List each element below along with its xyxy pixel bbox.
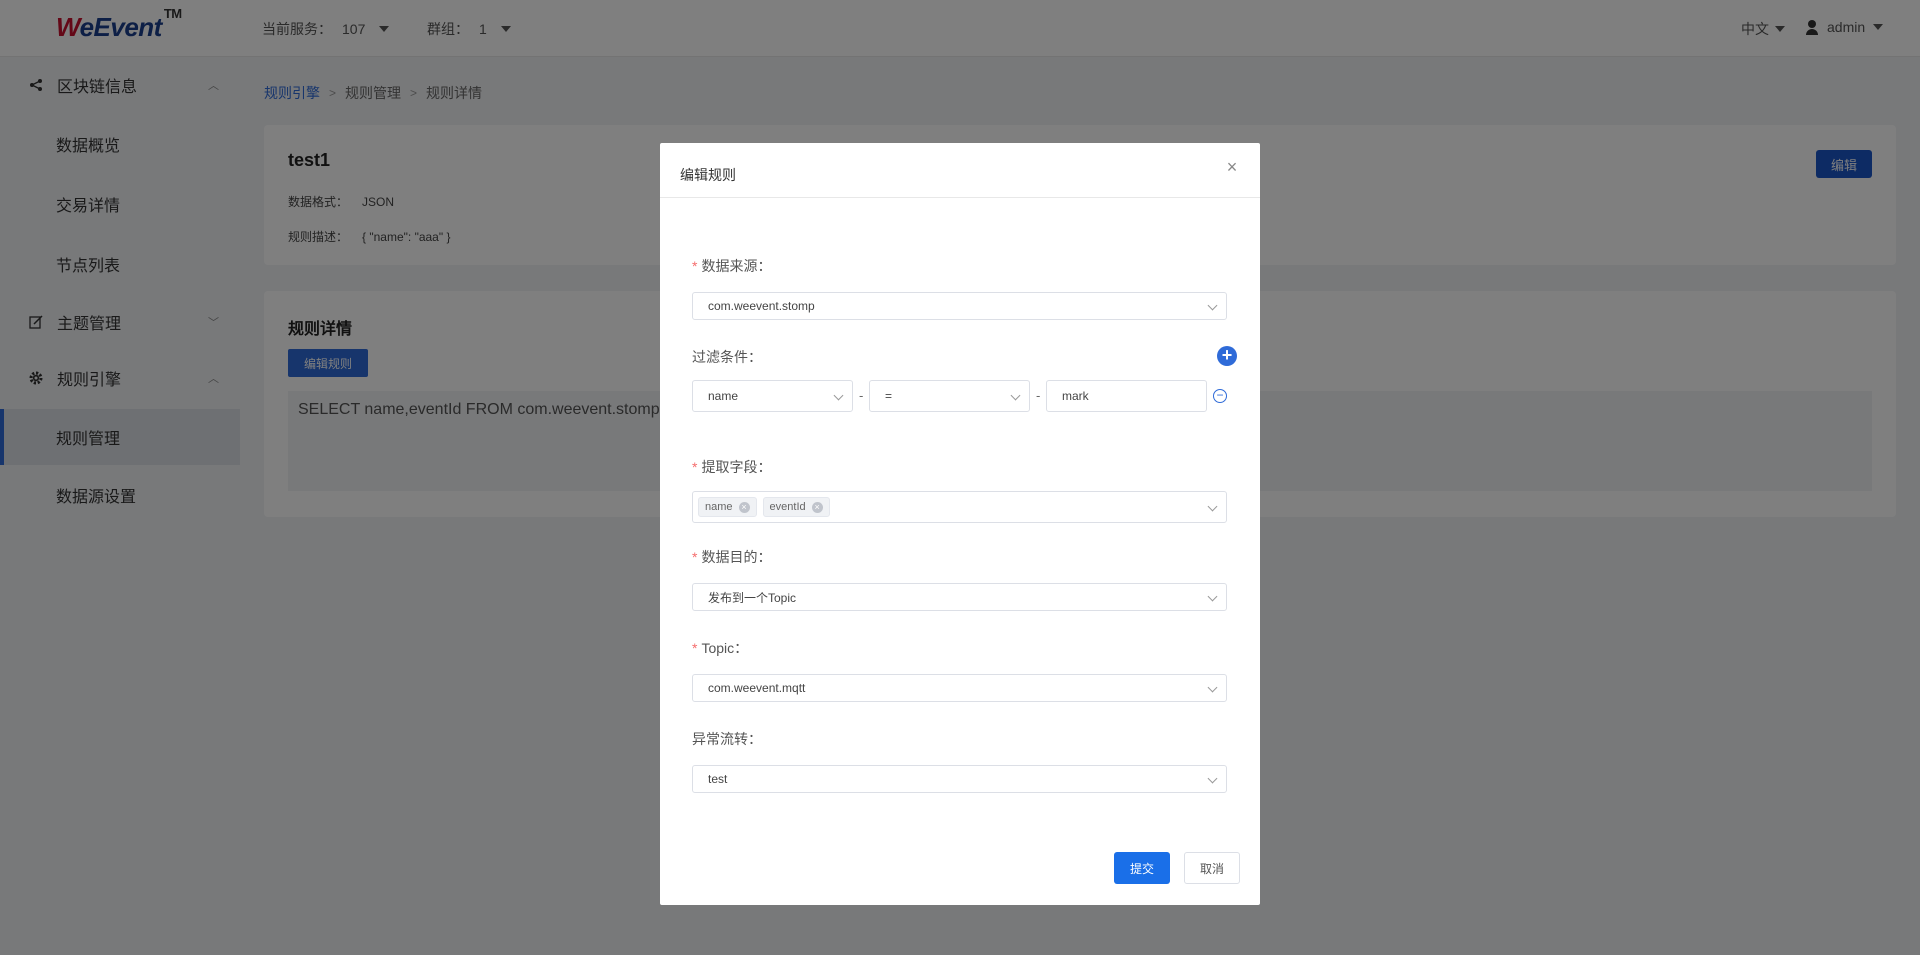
field-tag: name × bbox=[698, 497, 757, 517]
submit-button[interactable]: 提交 bbox=[1114, 852, 1170, 884]
chevron-down-icon bbox=[1207, 682, 1218, 693]
filter-field-select[interactable]: name bbox=[692, 380, 853, 412]
chevron-down-icon bbox=[1010, 390, 1021, 401]
target-select[interactable]: 发布到一个Topic bbox=[692, 583, 1227, 611]
filter-value-input[interactable]: mark bbox=[1046, 380, 1207, 412]
field-tag-label: name bbox=[705, 501, 733, 513]
required-marker: * bbox=[692, 640, 698, 656]
topic-label-text: Topic： bbox=[701, 640, 749, 656]
chevron-down-icon bbox=[1207, 300, 1218, 311]
target-select-value: 发布到一个Topic bbox=[708, 590, 797, 605]
field-tag-label: eventId bbox=[769, 501, 806, 513]
filter-field-label: 过滤条件： bbox=[692, 349, 762, 365]
separator-dash: - bbox=[1036, 388, 1041, 403]
source-field-label: * 数据来源： bbox=[692, 256, 771, 276]
chevron-down-icon bbox=[833, 390, 844, 401]
filter-field-value: name bbox=[708, 389, 739, 403]
fields-label-text: 提取字段： bbox=[701, 459, 772, 475]
required-marker: * bbox=[692, 258, 698, 274]
source-select-value: com.weevent.stomp bbox=[708, 299, 815, 313]
dialog-title: 编辑规则 bbox=[680, 167, 736, 183]
fields-multiselect[interactable]: name × eventId × bbox=[692, 491, 1227, 523]
filter-value-text: mark bbox=[1062, 389, 1089, 403]
target-label-text: 数据目的： bbox=[701, 549, 772, 565]
chevron-down-icon bbox=[1207, 591, 1218, 602]
fields-field-label: * 提取字段： bbox=[692, 457, 771, 477]
remove-condition-icon[interactable]: − bbox=[1213, 389, 1227, 403]
error-flow-select[interactable]: test bbox=[692, 765, 1227, 793]
topic-select-value: com.weevent.mqtt bbox=[708, 681, 806, 695]
close-icon[interactable]: × bbox=[738, 501, 750, 513]
separator-dash: - bbox=[859, 388, 864, 403]
required-marker: * bbox=[692, 459, 698, 475]
field-tag: eventId × bbox=[762, 497, 830, 517]
topic-field-label: * Topic： bbox=[692, 638, 748, 658]
edit-rule-dialog: 编辑规则 × * 数据来源： com.weevent.stomp 过滤条件： + … bbox=[660, 143, 1260, 905]
error-flow-field-label: 异常流转： bbox=[692, 731, 762, 747]
required-marker: * bbox=[692, 549, 698, 565]
filter-operator-select[interactable]: = bbox=[869, 380, 1030, 412]
add-condition-icon[interactable]: + bbox=[1217, 346, 1237, 366]
filter-operator-value: = bbox=[885, 389, 893, 403]
chevron-down-icon bbox=[1207, 773, 1218, 784]
cancel-button[interactable]: 取消 bbox=[1184, 852, 1240, 884]
topic-select[interactable]: com.weevent.mqtt bbox=[692, 674, 1227, 702]
chevron-down-icon bbox=[1207, 501, 1218, 512]
close-icon[interactable]: × bbox=[811, 501, 823, 513]
target-field-label: * 数据目的： bbox=[692, 547, 771, 567]
source-label-text: 数据来源： bbox=[701, 258, 772, 274]
error-flow-select-value: test bbox=[708, 772, 728, 786]
dialog-header: 编辑规则 × bbox=[660, 143, 1260, 198]
close-icon[interactable]: × bbox=[1224, 158, 1240, 176]
source-select[interactable]: com.weevent.stomp bbox=[692, 292, 1227, 320]
